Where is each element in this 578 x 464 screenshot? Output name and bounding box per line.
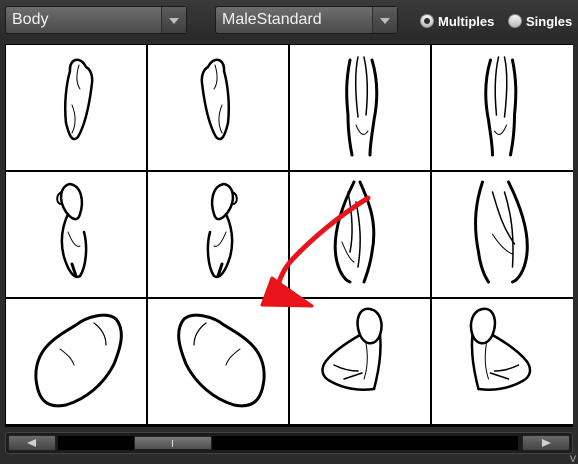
thumbnail-cell[interactable] [432,172,573,297]
thumbnail-cell[interactable] [6,172,146,297]
category-dropdown[interactable]: Body [5,6,187,34]
category-dropdown-value: Body [12,11,49,28]
singles-label: Singles [526,14,573,29]
scroll-thumb[interactable] [134,436,212,450]
flexed-arm-right-icon [469,307,532,391]
model-dropdown[interactable]: MaleStandard [215,6,398,34]
toolbar: Body MaleStandard Multiples Singles [0,0,578,40]
thumbnail-cell[interactable] [6,45,146,170]
radio-selected-icon[interactable] [420,14,434,28]
thumbnail-cell[interactable] [148,45,288,170]
upper-arm-side-right-icon [200,58,231,141]
upper-arm-front-right-icon [484,56,518,157]
thumbnail-cell[interactable] [290,299,430,424]
scroll-right-button[interactable] [522,435,570,451]
scroll-left-button[interactable] [8,435,56,451]
thumbnail-cell[interactable] [290,172,430,297]
thumbnail-cell[interactable] [6,299,146,424]
corner-mark: V [569,454,576,464]
chevron-down-icon[interactable] [372,7,397,33]
radio-unselected-icon[interactable] [508,14,522,28]
shoulder-pad-right-icon [177,313,266,408]
model-dropdown-value: MaleStandard [222,11,322,28]
thumbnail-grid [5,44,573,427]
thumbnail-cell[interactable] [148,299,288,424]
upper-arm-front-left-icon [345,56,379,157]
multiples-label: Multiples [438,14,495,29]
flexed-upper-arm-left-icon [56,182,88,279]
shoulder-pad-left-icon [34,313,123,408]
chevron-down-icon[interactable] [161,7,186,33]
horizontal-scrollbar[interactable] [5,432,573,454]
thumbnail-cell[interactable] [432,299,573,424]
thumbnail-cell[interactable] [432,45,573,170]
flexed-upper-arm-right-icon [206,182,238,279]
flexed-arm-left-icon [321,307,383,391]
thumbnail-cell[interactable] [148,172,288,297]
forearm-left-icon [333,180,376,284]
thumbnail-cell[interactable] [290,45,430,170]
upper-arm-side-left-icon [63,58,94,141]
forearm-right-icon [474,180,529,284]
scroll-track[interactable] [58,436,518,450]
